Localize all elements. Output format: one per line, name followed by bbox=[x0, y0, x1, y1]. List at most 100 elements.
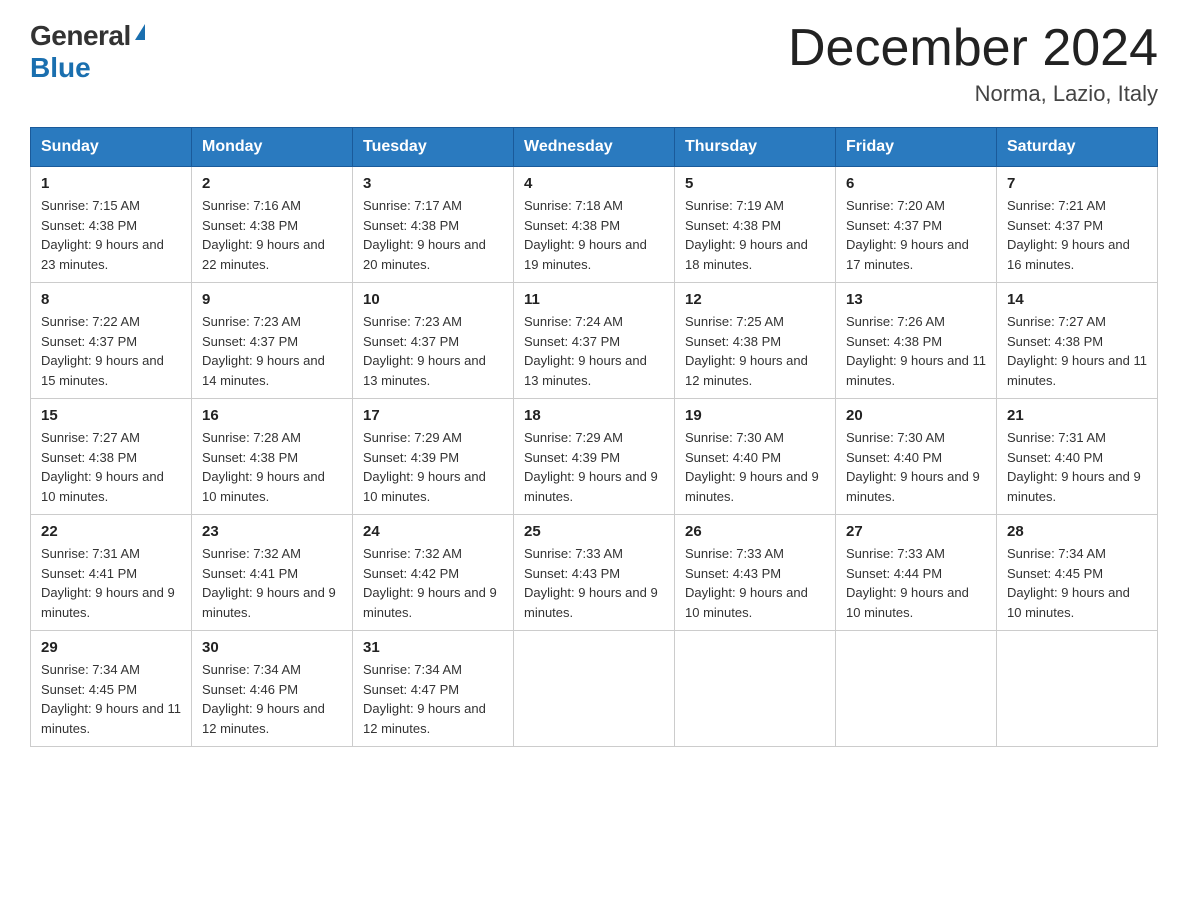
calendar-week-1: 1 Sunrise: 7:15 AMSunset: 4:38 PMDaylight… bbox=[31, 167, 1158, 283]
day-info: Sunrise: 7:19 AMSunset: 4:38 PMDaylight:… bbox=[685, 196, 825, 274]
day-number: 27 bbox=[846, 523, 986, 540]
day-info: Sunrise: 7:33 AMSunset: 4:44 PMDaylight:… bbox=[846, 544, 986, 622]
day-number: 16 bbox=[202, 407, 342, 424]
day-info: Sunrise: 7:31 AMSunset: 4:41 PMDaylight:… bbox=[41, 544, 181, 622]
day-info: Sunrise: 7:34 AMSunset: 4:47 PMDaylight:… bbox=[363, 660, 503, 738]
month-title: December 2024 bbox=[788, 20, 1158, 77]
calendar-cell: 16 Sunrise: 7:28 AMSunset: 4:38 PMDayligh… bbox=[192, 399, 353, 515]
day-number: 14 bbox=[1007, 291, 1147, 308]
calendar-cell: 24Sunrise: 7:32 AMSunset: 4:42 PMDayligh… bbox=[353, 515, 514, 631]
calendar-cell bbox=[675, 631, 836, 747]
calendar-cell: 27 Sunrise: 7:33 AMSunset: 4:44 PMDayligh… bbox=[836, 515, 997, 631]
day-info: Sunrise: 7:27 AMSunset: 4:38 PMDaylight:… bbox=[41, 428, 181, 506]
logo: General Blue bbox=[30, 20, 145, 84]
calendar-cell: 11 Sunrise: 7:24 AMSunset: 4:37 PMDayligh… bbox=[514, 283, 675, 399]
calendar-cell: 2Sunrise: 7:16 AMSunset: 4:38 PMDaylight… bbox=[192, 167, 353, 283]
day-info: Sunrise: 7:30 AMSunset: 4:40 PMDaylight:… bbox=[685, 428, 825, 506]
header-tuesday: Tuesday bbox=[353, 128, 514, 167]
day-number: 15 bbox=[41, 407, 181, 424]
calendar-cell: 7Sunrise: 7:21 AMSunset: 4:37 PMDaylight… bbox=[997, 167, 1158, 283]
day-info: Sunrise: 7:25 AMSunset: 4:38 PMDaylight:… bbox=[685, 312, 825, 390]
day-info: Sunrise: 7:34 AMSunset: 4:46 PMDaylight:… bbox=[202, 660, 342, 738]
calendar-cell: 5 Sunrise: 7:19 AMSunset: 4:38 PMDaylight… bbox=[675, 167, 836, 283]
day-number: 8 bbox=[41, 291, 181, 308]
day-info: Sunrise: 7:27 AMSunset: 4:38 PMDaylight:… bbox=[1007, 312, 1147, 390]
day-info: Sunrise: 7:22 AMSunset: 4:37 PMDaylight:… bbox=[41, 312, 181, 390]
day-number: 12 bbox=[685, 291, 825, 308]
logo-general-text: General bbox=[30, 20, 131, 52]
calendar-cell: 4Sunrise: 7:18 AMSunset: 4:38 PMDaylight… bbox=[514, 167, 675, 283]
calendar-cell: 3 Sunrise: 7:17 AMSunset: 4:38 PMDaylight… bbox=[353, 167, 514, 283]
day-number: 11 bbox=[524, 291, 664, 308]
page-header: General Blue December 2024 Norma, Lazio,… bbox=[30, 20, 1158, 107]
day-number: 20 bbox=[846, 407, 986, 424]
day-info: Sunrise: 7:15 AMSunset: 4:38 PMDaylight:… bbox=[41, 196, 181, 274]
day-info: Sunrise: 7:23 AMSunset: 4:37 PMDaylight:… bbox=[363, 312, 503, 390]
day-info: Sunrise: 7:24 AMSunset: 4:37 PMDaylight:… bbox=[524, 312, 664, 390]
header-wednesday: Wednesday bbox=[514, 128, 675, 167]
calendar-cell: 25 Sunrise: 7:33 AMSunset: 4:43 PMDayligh… bbox=[514, 515, 675, 631]
day-info: Sunrise: 7:30 AMSunset: 4:40 PMDaylight:… bbox=[846, 428, 986, 506]
day-info: Sunrise: 7:17 AMSunset: 4:38 PMDaylight:… bbox=[363, 196, 503, 274]
logo-triangle-icon bbox=[135, 24, 145, 40]
calendar-cell: 30 Sunrise: 7:34 AMSunset: 4:46 PMDayligh… bbox=[192, 631, 353, 747]
calendar-cell: 10 Sunrise: 7:23 AMSunset: 4:37 PMDayligh… bbox=[353, 283, 514, 399]
header-friday: Friday bbox=[836, 128, 997, 167]
calendar-cell bbox=[514, 631, 675, 747]
day-number: 6 bbox=[846, 175, 986, 192]
day-number: 2 bbox=[202, 175, 342, 192]
day-number: 25 bbox=[524, 523, 664, 540]
day-info: Sunrise: 7:20 AMSunset: 4:37 PMDaylight:… bbox=[846, 196, 986, 274]
day-number: 31 bbox=[363, 639, 503, 656]
calendar-cell: 22 Sunrise: 7:31 AMSunset: 4:41 PMDayligh… bbox=[31, 515, 192, 631]
header-monday: Monday bbox=[192, 128, 353, 167]
calendar-cell bbox=[997, 631, 1158, 747]
day-info: Sunrise: 7:32 AMSunset: 4:41 PMDaylight:… bbox=[202, 544, 342, 622]
calendar-cell: 21 Sunrise: 7:31 AMSunset: 4:40 PMDayligh… bbox=[997, 399, 1158, 515]
day-info: Sunrise: 7:29 AMSunset: 4:39 PMDaylight:… bbox=[363, 428, 503, 506]
calendar-cell bbox=[836, 631, 997, 747]
calendar-cell: 19 Sunrise: 7:30 AMSunset: 4:40 PMDayligh… bbox=[675, 399, 836, 515]
day-number: 9 bbox=[202, 291, 342, 308]
day-info: Sunrise: 7:28 AMSunset: 4:38 PMDaylight:… bbox=[202, 428, 342, 506]
day-info: Sunrise: 7:33 AMSunset: 4:43 PMDaylight:… bbox=[685, 544, 825, 622]
calendar-week-4: 22 Sunrise: 7:31 AMSunset: 4:41 PMDayligh… bbox=[31, 515, 1158, 631]
day-info: Sunrise: 7:31 AMSunset: 4:40 PMDaylight:… bbox=[1007, 428, 1147, 506]
calendar-cell: 1 Sunrise: 7:15 AMSunset: 4:38 PMDaylight… bbox=[31, 167, 192, 283]
day-number: 13 bbox=[846, 291, 986, 308]
calendar-cell: 9Sunrise: 7:23 AMSunset: 4:37 PMDaylight… bbox=[192, 283, 353, 399]
day-number: 10 bbox=[363, 291, 503, 308]
logo-blue-text: Blue bbox=[30, 52, 91, 84]
calendar-cell: 8 Sunrise: 7:22 AMSunset: 4:37 PMDaylight… bbox=[31, 283, 192, 399]
day-number: 28 bbox=[1007, 523, 1147, 540]
day-info: Sunrise: 7:32 AMSunset: 4:42 PMDaylight:… bbox=[363, 544, 503, 622]
calendar-cell: 17Sunrise: 7:29 AMSunset: 4:39 PMDayligh… bbox=[353, 399, 514, 515]
calendar-cell: 20 Sunrise: 7:30 AMSunset: 4:40 PMDayligh… bbox=[836, 399, 997, 515]
day-number: 5 bbox=[685, 175, 825, 192]
day-number: 7 bbox=[1007, 175, 1147, 192]
calendar-cell: 13Sunrise: 7:26 AMSunset: 4:38 PMDayligh… bbox=[836, 283, 997, 399]
calendar-cell: 26 Sunrise: 7:33 AMSunset: 4:43 PMDayligh… bbox=[675, 515, 836, 631]
day-number: 22 bbox=[41, 523, 181, 540]
calendar-week-5: 29Sunrise: 7:34 AMSunset: 4:45 PMDayligh… bbox=[31, 631, 1158, 747]
day-number: 30 bbox=[202, 639, 342, 656]
calendar-cell: 31 Sunrise: 7:34 AMSunset: 4:47 PMDayligh… bbox=[353, 631, 514, 747]
calendar-cell: 29Sunrise: 7:34 AMSunset: 4:45 PMDayligh… bbox=[31, 631, 192, 747]
day-info: Sunrise: 7:18 AMSunset: 4:38 PMDaylight:… bbox=[524, 196, 664, 274]
day-info: Sunrise: 7:33 AMSunset: 4:43 PMDaylight:… bbox=[524, 544, 664, 622]
day-number: 3 bbox=[363, 175, 503, 192]
header-sunday: Sunday bbox=[31, 128, 192, 167]
calendar-cell: 14 Sunrise: 7:27 AMSunset: 4:38 PMDayligh… bbox=[997, 283, 1158, 399]
day-number: 21 bbox=[1007, 407, 1147, 424]
day-number: 19 bbox=[685, 407, 825, 424]
calendar-cell: 18Sunrise: 7:29 AMSunset: 4:39 PMDayligh… bbox=[514, 399, 675, 515]
day-number: 29 bbox=[41, 639, 181, 656]
title-block: December 2024 Norma, Lazio, Italy bbox=[788, 20, 1158, 107]
day-number: 26 bbox=[685, 523, 825, 540]
calendar-cell: 28Sunrise: 7:34 AMSunset: 4:45 PMDayligh… bbox=[997, 515, 1158, 631]
calendar-cell: 23 Sunrise: 7:32 AMSunset: 4:41 PMDayligh… bbox=[192, 515, 353, 631]
day-info: Sunrise: 7:29 AMSunset: 4:39 PMDaylight:… bbox=[524, 428, 664, 506]
day-number: 1 bbox=[41, 175, 181, 192]
calendar-header-row: SundayMondayTuesdayWednesdayThursdayFrid… bbox=[31, 128, 1158, 167]
day-number: 23 bbox=[202, 523, 342, 540]
